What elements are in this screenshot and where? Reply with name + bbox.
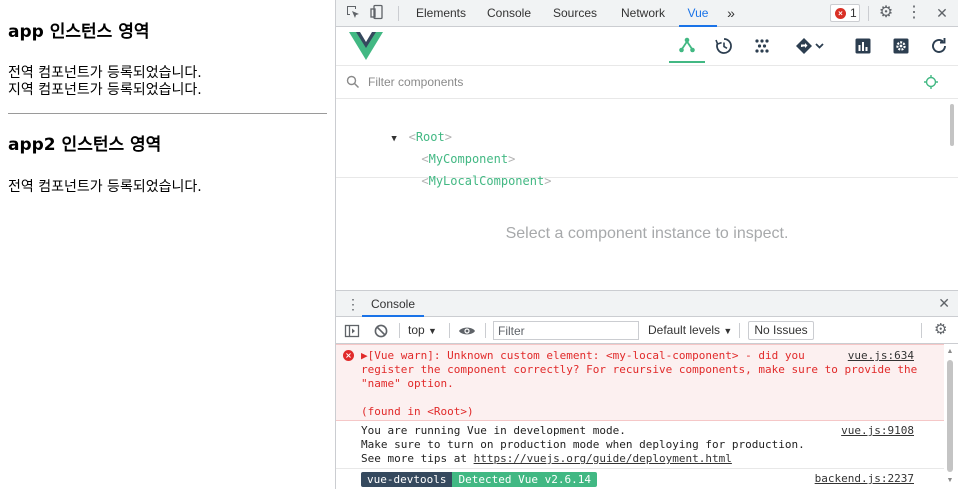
settings-icon[interactable] (883, 29, 919, 63)
inspect-element-icon[interactable] (344, 4, 362, 22)
vuex-icon[interactable] (744, 29, 780, 63)
local-component-text: 지역 컴포넌트가 등록되었습니다. (8, 82, 202, 98)
tree-node-mycomponent[interactable]: <MyComponent> (378, 126, 515, 166)
source-link[interactable]: vue.js:9108 (841, 424, 914, 438)
console-log-message: You are running Vue in development mode.… (336, 421, 944, 469)
components-tree-icon[interactable] (669, 29, 705, 63)
scroll-down-arrow-icon[interactable]: ▼ (946, 477, 954, 485)
console-drawer-tabbar: ⋮ Console ✕ (336, 290, 958, 317)
scroll-up-arrow-icon[interactable]: ▲ (946, 348, 954, 356)
context-value: top (408, 323, 425, 337)
tab-sources[interactable]: Sources (544, 0, 606, 27)
vue-devtools-header (336, 27, 958, 66)
console-settings-icon[interactable]: ⚙ (934, 317, 947, 343)
deployment-guide-link[interactable]: https://vuejs.org/guide/deployment.html (474, 452, 732, 465)
vue-logo-icon (349, 32, 383, 60)
router-icon[interactable] (788, 29, 832, 63)
console-messages: × ▶[Vue warn]: Unknown custom element: <… (336, 344, 958, 489)
log-line: You are running Vue in development mode. (361, 424, 626, 437)
console-devtools-message: vue-devtools Detected Vue v2.6.14 backen… (336, 469, 944, 489)
close-icon[interactable]: ✕ (933, 4, 951, 22)
console-filter-input[interactable] (493, 321, 639, 340)
kebab-menu-icon[interactable]: ⋮ (905, 4, 923, 22)
sidebar-toggle-icon[interactable] (344, 322, 360, 338)
log-levels-dropdown[interactable]: Default levels ▼ (648, 317, 732, 343)
log-line: See more tips at (361, 452, 474, 465)
live-expression-eye-icon[interactable] (458, 322, 476, 338)
devtools-panel: Elements Console Sources Network Vue » ×… (335, 0, 958, 489)
clear-console-icon[interactable] (373, 322, 389, 338)
issues-button[interactable]: No Issues (748, 321, 814, 340)
vue-version-badge: Detected Vue v2.6.14 (452, 472, 597, 487)
vue-devtools-badge: vue-devtools (361, 472, 453, 487)
source-link[interactable]: backend.js:2237 (815, 472, 914, 486)
device-toolbar-icon[interactable] (368, 4, 386, 22)
tab-network[interactable]: Network (611, 0, 675, 27)
tab-console[interactable]: Console (478, 0, 540, 27)
tree-node-mylocalcomponent[interactable]: <MyLocalComponent> (378, 148, 551, 188)
console-error-message[interactable]: × ▶[Vue warn]: Unknown custom element: <… (336, 344, 944, 421)
global-component-text: 전역 컴포넌트가 등록되었습니다. (8, 65, 202, 81)
global-component-text: 전역 컴포넌트가 등록되었습니다. (8, 179, 202, 195)
context-selector[interactable]: top ▼ (408, 317, 437, 343)
log-line: Make sure to turn on production mode whe… (361, 438, 805, 451)
performance-icon[interactable] (845, 29, 881, 63)
inspector-empty-message: Select a component instance to inspect. (505, 225, 789, 242)
drawer-menu-icon[interactable]: ⋮ (346, 296, 360, 312)
page-content: app 인스턴스 영역 전역 컴포넌트가 등록되었습니다. 지역 컴포넌트가 등… (0, 0, 335, 489)
filter-components-input[interactable] (368, 72, 888, 92)
refresh-icon[interactable] (921, 29, 957, 63)
dropdown-arrow-icon: ▼ (428, 326, 437, 336)
close-drawer-icon[interactable]: ✕ (938, 295, 950, 312)
error-count: 1 (850, 6, 857, 20)
source-link[interactable]: vue.js:634 (848, 349, 914, 363)
tree-node-root[interactable]: ▼ <Root> (348, 104, 452, 144)
more-tabs-icon[interactable]: » (722, 0, 740, 27)
error-count-badge[interactable]: × 1 (830, 4, 860, 22)
devtools-tabbar: Elements Console Sources Network Vue » ×… (336, 0, 958, 27)
log-levels-label: Default levels (648, 323, 721, 337)
tab-vue[interactable]: Vue (679, 0, 717, 27)
console-scrollbar[interactable] (947, 360, 953, 472)
tab-elements[interactable]: Elements (409, 0, 473, 27)
log-text: You are running Vue in development mode.… (361, 424, 805, 466)
component-tree: ▼ <Root> <MyComponent> <MyLocalComponent… (336, 100, 958, 188)
drawer-tab-console[interactable]: Console (362, 291, 424, 317)
gear-icon[interactable]: ⚙ (877, 4, 895, 22)
tree-scrollbar[interactable] (950, 104, 954, 146)
error-text: ▶[Vue warn]: Unknown custom element: <my… (361, 349, 918, 418)
app1-title: app 인스턴스 영역 (8, 22, 150, 42)
error-icon: × (835, 8, 846, 19)
app2-lines: 전역 컴포넌트가 등록되었습니다. (8, 179, 202, 196)
dropdown-arrow-icon: ▼ (723, 326, 733, 336)
app1-lines: 전역 컴포넌트가 등록되었습니다. 지역 컴포넌트가 등록되었습니다. (8, 65, 202, 99)
component-filter-bar (336, 66, 958, 99)
select-component-target-icon[interactable] (924, 75, 938, 89)
hr-divider (8, 113, 327, 114)
search-icon (346, 75, 360, 89)
devtools-badges: vue-devtools Detected Vue v2.6.14 (361, 472, 597, 487)
error-icon: × (343, 350, 354, 361)
console-toolbar: top ▼ Default levels ▼ No Issues ⚙ (336, 317, 958, 344)
app2-title: app2 인스턴스 영역 (8, 135, 162, 155)
timeline-icon[interactable] (706, 29, 742, 63)
